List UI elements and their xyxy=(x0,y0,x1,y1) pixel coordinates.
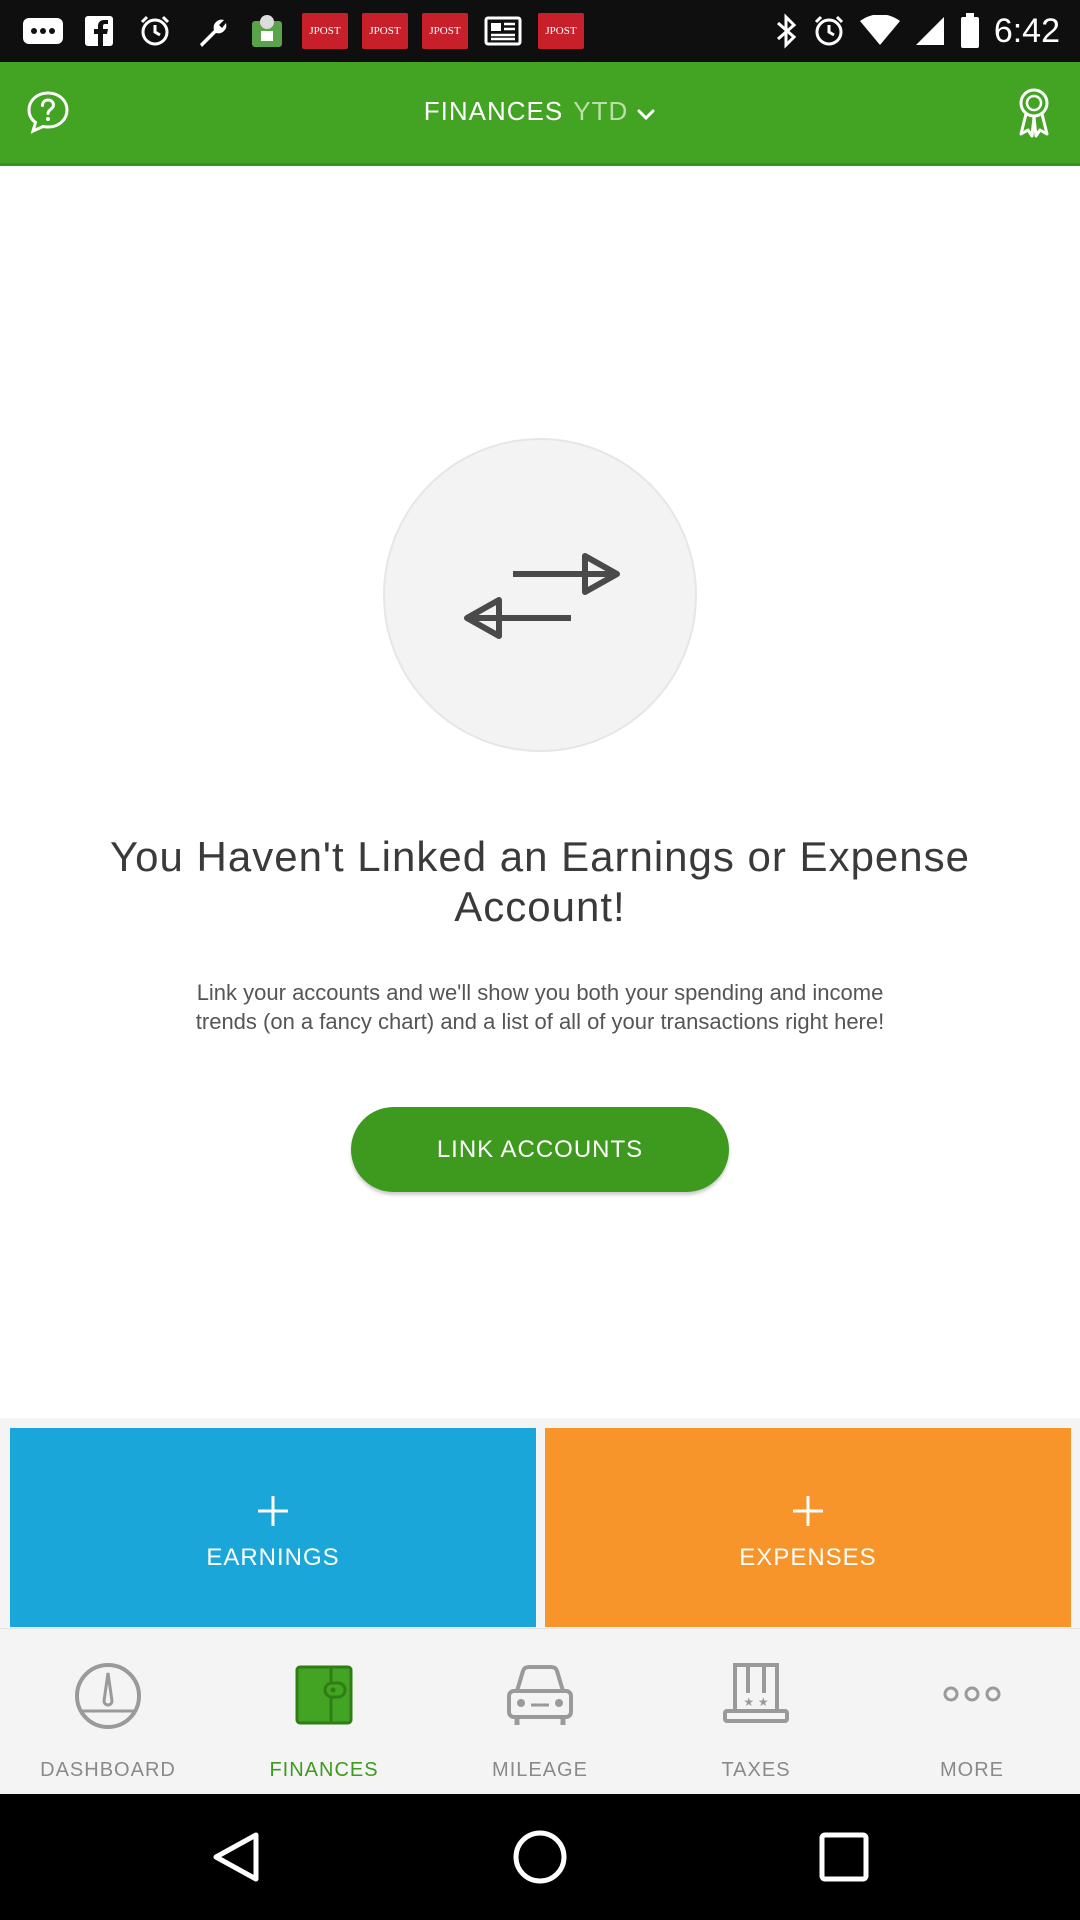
home-button[interactable] xyxy=(510,1827,570,1887)
award-ribbon-icon xyxy=(1019,88,1049,138)
system-nav-bar xyxy=(0,1794,1080,1920)
chevron-down-icon xyxy=(636,98,656,129)
wallet-icon xyxy=(216,1661,432,1727)
bottom-nav: DASHBOARD FINANCES MILEAGE ★ ★ TAXES MOR… xyxy=(0,1628,1080,1794)
notification-icons: JPOST JPOST JPOST JPOST xyxy=(22,12,584,50)
add-earnings-button[interactable]: EARNINGS xyxy=(10,1428,536,1627)
app-header: FINANCES YTD xyxy=(0,62,1080,166)
empty-state-title: You Haven't Linked an Earnings or Expens… xyxy=(109,833,971,930)
period-selector[interactable]: FINANCES YTD xyxy=(0,96,1080,129)
nav-item-dashboard[interactable]: DASHBOARD xyxy=(0,1629,216,1795)
jpost-icon: JPOST xyxy=(362,13,408,49)
alarm-icon xyxy=(134,13,176,49)
link-accounts-button[interactable]: LINK ACCOUNTS xyxy=(351,1107,729,1192)
add-expenses-button[interactable]: EXPENSES xyxy=(545,1428,1071,1627)
home-circle-icon xyxy=(513,1830,567,1884)
status-bar: JPOST JPOST JPOST JPOST 6:42 xyxy=(0,0,1080,62)
nav-label-more: MORE xyxy=(940,1759,1004,1781)
jpost-icon: JPOST xyxy=(302,13,348,49)
hat-icon: ★ ★ xyxy=(648,1661,864,1727)
nav-item-finances[interactable]: FINANCES xyxy=(216,1629,432,1795)
earnings-label: EARNINGS xyxy=(206,1544,340,1571)
nav-item-mileage[interactable]: MILEAGE xyxy=(432,1629,648,1795)
bluetooth-icon xyxy=(776,13,797,49)
plus-icon xyxy=(545,1494,1071,1528)
recents-button[interactable] xyxy=(814,1827,874,1887)
period-label: YTD xyxy=(573,96,629,126)
news-icon xyxy=(482,13,524,49)
signal-icon xyxy=(915,17,944,45)
alarm-icon xyxy=(814,15,843,46)
wifi-icon xyxy=(859,15,900,45)
back-triangle-icon xyxy=(213,1832,259,1882)
wrench-icon xyxy=(190,13,232,49)
transfer-illustration xyxy=(383,438,697,752)
plus-icon xyxy=(10,1494,536,1528)
expenses-label: EXPENSES xyxy=(739,1544,877,1571)
car-icon xyxy=(432,1661,648,1727)
nav-label-finances: FINANCES xyxy=(269,1759,379,1781)
nav-item-more[interactable]: MORE xyxy=(864,1629,1080,1795)
quick-add-tiles: EARNINGS EXPENSES xyxy=(0,1418,1080,1628)
empty-state-description: Link your accounts and we'll show you bo… xyxy=(195,980,885,1034)
battery-icon xyxy=(960,13,979,48)
rewards-button[interactable] xyxy=(1012,86,1056,138)
back-button[interactable] xyxy=(206,1827,266,1887)
gauge-icon xyxy=(0,1661,216,1731)
more-dots-icon xyxy=(22,13,64,49)
jpost-icon: JPOST xyxy=(422,13,468,49)
page-title: FINANCES xyxy=(423,96,564,126)
green-app-icon xyxy=(246,13,288,49)
nav-label-dashboard: DASHBOARD xyxy=(40,1759,176,1781)
system-icons: 6:42 xyxy=(774,12,1060,50)
recents-square-icon xyxy=(819,1832,869,1882)
svg-text:★ ★: ★ ★ xyxy=(743,1695,768,1709)
nav-label-taxes: TAXES xyxy=(721,1759,791,1781)
nav-item-taxes[interactable]: ★ ★ TAXES xyxy=(648,1629,864,1795)
nav-label-mileage: MILEAGE xyxy=(492,1759,588,1781)
facebook-icon xyxy=(78,13,120,49)
jpost-icon: JPOST xyxy=(538,13,584,49)
transfer-arrows-icon xyxy=(464,553,620,639)
clock: 6:42 xyxy=(993,11,1060,50)
more-dots-icon xyxy=(864,1661,1080,1727)
